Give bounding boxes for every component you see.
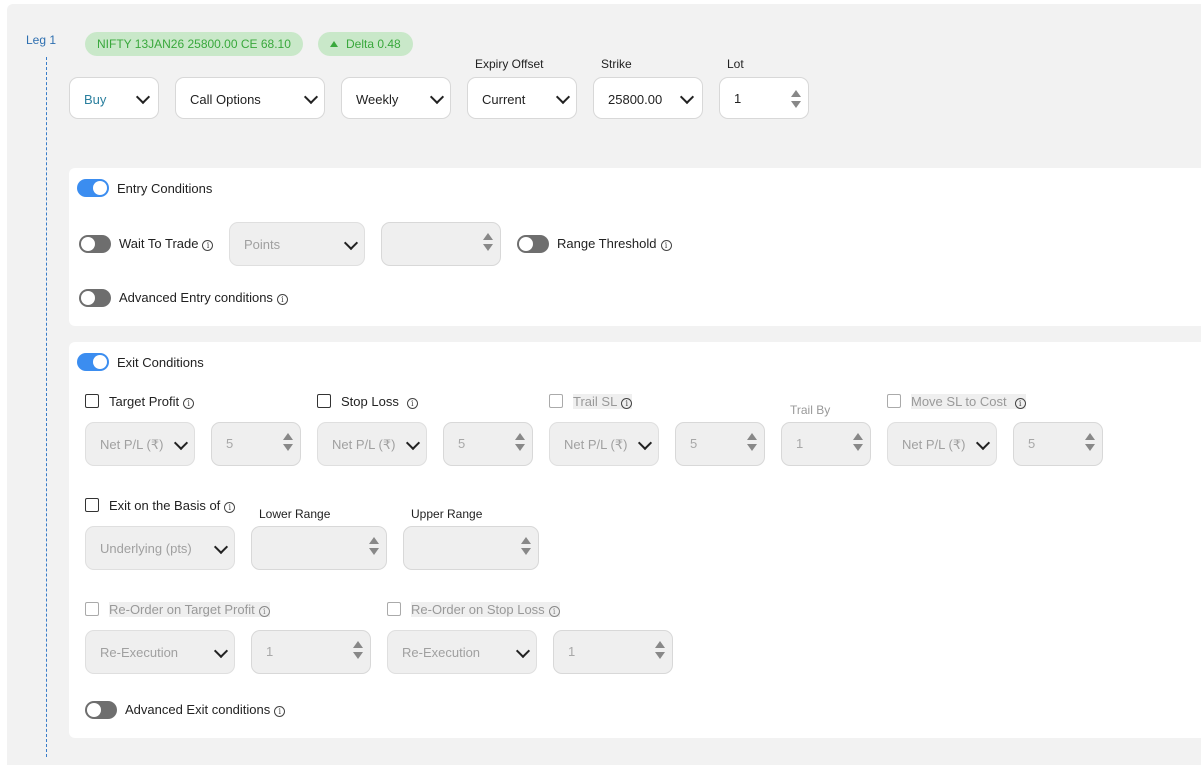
stepper-icon[interactable] <box>521 537 531 557</box>
chevron-down-icon <box>135 89 151 105</box>
stepper-icon[interactable] <box>283 433 293 453</box>
arrow-up-icon <box>330 41 338 47</box>
info-icon[interactable]: i <box>660 240 672 251</box>
chevron-down-icon <box>429 89 445 105</box>
chevron-down-icon <box>213 643 229 659</box>
stop-loss-unit-select[interactable]: Net P/L (₹) <box>317 422 427 466</box>
advanced-entry-label: Advanced Entry conditions i <box>119 290 288 305</box>
chevron-down-icon <box>975 435 991 451</box>
stop-loss-input[interactable]: 5 <box>443 422 533 466</box>
reorder-target-select[interactable]: Re-Execution <box>85 630 235 674</box>
range-threshold-toggle[interactable] <box>517 235 549 253</box>
info-icon[interactable]: i <box>224 502 236 513</box>
upper-range-label: Upper Range <box>411 507 483 521</box>
stepper-icon[interactable] <box>1085 433 1095 453</box>
stepper-icon[interactable] <box>369 537 379 557</box>
advanced-exit-toggle[interactable] <box>85 701 117 719</box>
entry-conditions-title: Entry Conditions <box>117 181 213 196</box>
move-sl-input[interactable]: 5 <box>1013 422 1103 466</box>
info-icon[interactable]: i <box>276 294 288 305</box>
chevron-down-icon <box>303 89 319 105</box>
stepper-icon[interactable] <box>353 641 363 661</box>
info-icon[interactable]: i <box>1014 398 1026 409</box>
delta-value: Delta 0.48 <box>346 37 401 51</box>
leg-connector-line <box>46 57 47 757</box>
stepper-icon[interactable] <box>655 641 665 661</box>
stepper-icon[interactable] <box>853 433 863 453</box>
trail-sl-input[interactable]: 5 <box>675 422 765 466</box>
info-icon[interactable]: i <box>621 398 633 409</box>
info-icon[interactable]: i <box>406 398 418 409</box>
info-icon[interactable]: i <box>274 706 286 717</box>
info-icon[interactable]: i <box>258 606 270 617</box>
chevron-down-icon <box>515 643 531 659</box>
trail-sl-label: Trail SL i <box>573 394 633 409</box>
lower-range-label: Lower Range <box>259 507 331 521</box>
stepper-icon[interactable] <box>747 433 757 453</box>
reorder-stop-checkbox[interactable] <box>387 602 401 616</box>
chevron-down-icon <box>343 235 359 251</box>
reorder-stop-label: Re-Order on Stop Loss i <box>411 602 560 617</box>
entry-conditions-toggle[interactable] <box>77 179 109 197</box>
chevron-down-icon <box>679 89 695 105</box>
upper-range-input[interactable] <box>403 526 539 570</box>
range-threshold-label: Range Threshold i <box>557 236 672 251</box>
reorder-stop-input[interactable]: 1 <box>553 630 673 674</box>
stepper-icon[interactable] <box>515 433 525 453</box>
reorder-stop-select[interactable]: Re-Execution <box>387 630 537 674</box>
target-profit-checkbox[interactable] <box>85 394 99 408</box>
stop-loss-label: Stop Loss i <box>341 394 418 409</box>
exit-conditions-title: Exit Conditions <box>117 355 204 370</box>
stepper-icon[interactable] <box>791 90 801 110</box>
leg-label: Leg 1 <box>26 33 57 47</box>
move-sl-unit-select[interactable]: Net P/L (₹) <box>887 422 997 466</box>
expiry-select[interactable]: Weekly <box>341 77 451 119</box>
expiry-offset-select[interactable]: Current <box>467 77 577 119</box>
delta-pill: Delta 0.48 <box>318 32 413 56</box>
trail-sl-unit-select[interactable]: Net P/L (₹) <box>549 422 659 466</box>
advanced-entry-toggle[interactable] <box>79 289 111 307</box>
target-profit-input[interactable]: 5 <box>211 422 301 466</box>
lot-input[interactable]: 1 <box>719 77 809 119</box>
info-icon[interactable]: i <box>202 240 214 251</box>
reorder-target-checkbox[interactable] <box>85 602 99 616</box>
stepper-icon[interactable] <box>483 233 493 253</box>
wait-value-input[interactable] <box>381 222 501 266</box>
chevron-down-icon <box>555 89 571 105</box>
exit-conditions-card <box>69 342 1201 738</box>
exit-basis-checkbox[interactable] <box>85 498 99 512</box>
option-type-select[interactable]: Call Options <box>175 77 325 119</box>
trail-sl-checkbox[interactable] <box>549 394 563 408</box>
target-profit-unit-select[interactable]: Net P/L (₹) <box>85 422 195 466</box>
trail-by-label: Trail By <box>790 403 831 417</box>
info-icon[interactable]: i <box>548 606 560 617</box>
chevron-down-icon <box>213 539 229 555</box>
wait-to-trade-label: Wait To Trade i <box>119 236 214 251</box>
wait-to-trade-toggle[interactable] <box>79 235 111 253</box>
wait-unit-select[interactable]: Points <box>229 222 365 266</box>
exit-conditions-toggle[interactable] <box>77 353 109 371</box>
chevron-down-icon <box>173 435 189 451</box>
exit-basis-label: Exit on the Basis of i <box>109 498 236 513</box>
stop-loss-checkbox[interactable] <box>317 394 331 408</box>
instrument-pill: NIFTY 13JAN26 25800.00 CE 68.10 <box>85 32 303 56</box>
advanced-exit-label: Advanced Exit conditions i <box>125 702 286 717</box>
move-sl-checkbox[interactable] <box>887 394 901 408</box>
strike-select[interactable]: 25800.00 <box>593 77 703 119</box>
lower-range-input[interactable] <box>251 526 387 570</box>
reorder-target-input[interactable]: 1 <box>251 630 371 674</box>
side-select[interactable]: Buy <box>69 77 159 119</box>
chevron-down-icon <box>637 435 653 451</box>
exit-basis-select[interactable]: Underlying (pts) <box>85 526 235 570</box>
lot-label: Lot <box>727 57 744 71</box>
move-sl-label: Move SL to Cost i <box>911 394 1026 409</box>
strike-label: Strike <box>601 57 632 71</box>
trail-by-input[interactable]: 1 <box>781 422 871 466</box>
chevron-down-icon <box>405 435 421 451</box>
expiry-offset-label: Expiry Offset <box>475 57 544 71</box>
target-profit-label: Target Profit i <box>109 394 195 409</box>
info-icon[interactable]: i <box>183 398 195 409</box>
reorder-target-label: Re-Order on Target Profit i <box>109 602 270 617</box>
